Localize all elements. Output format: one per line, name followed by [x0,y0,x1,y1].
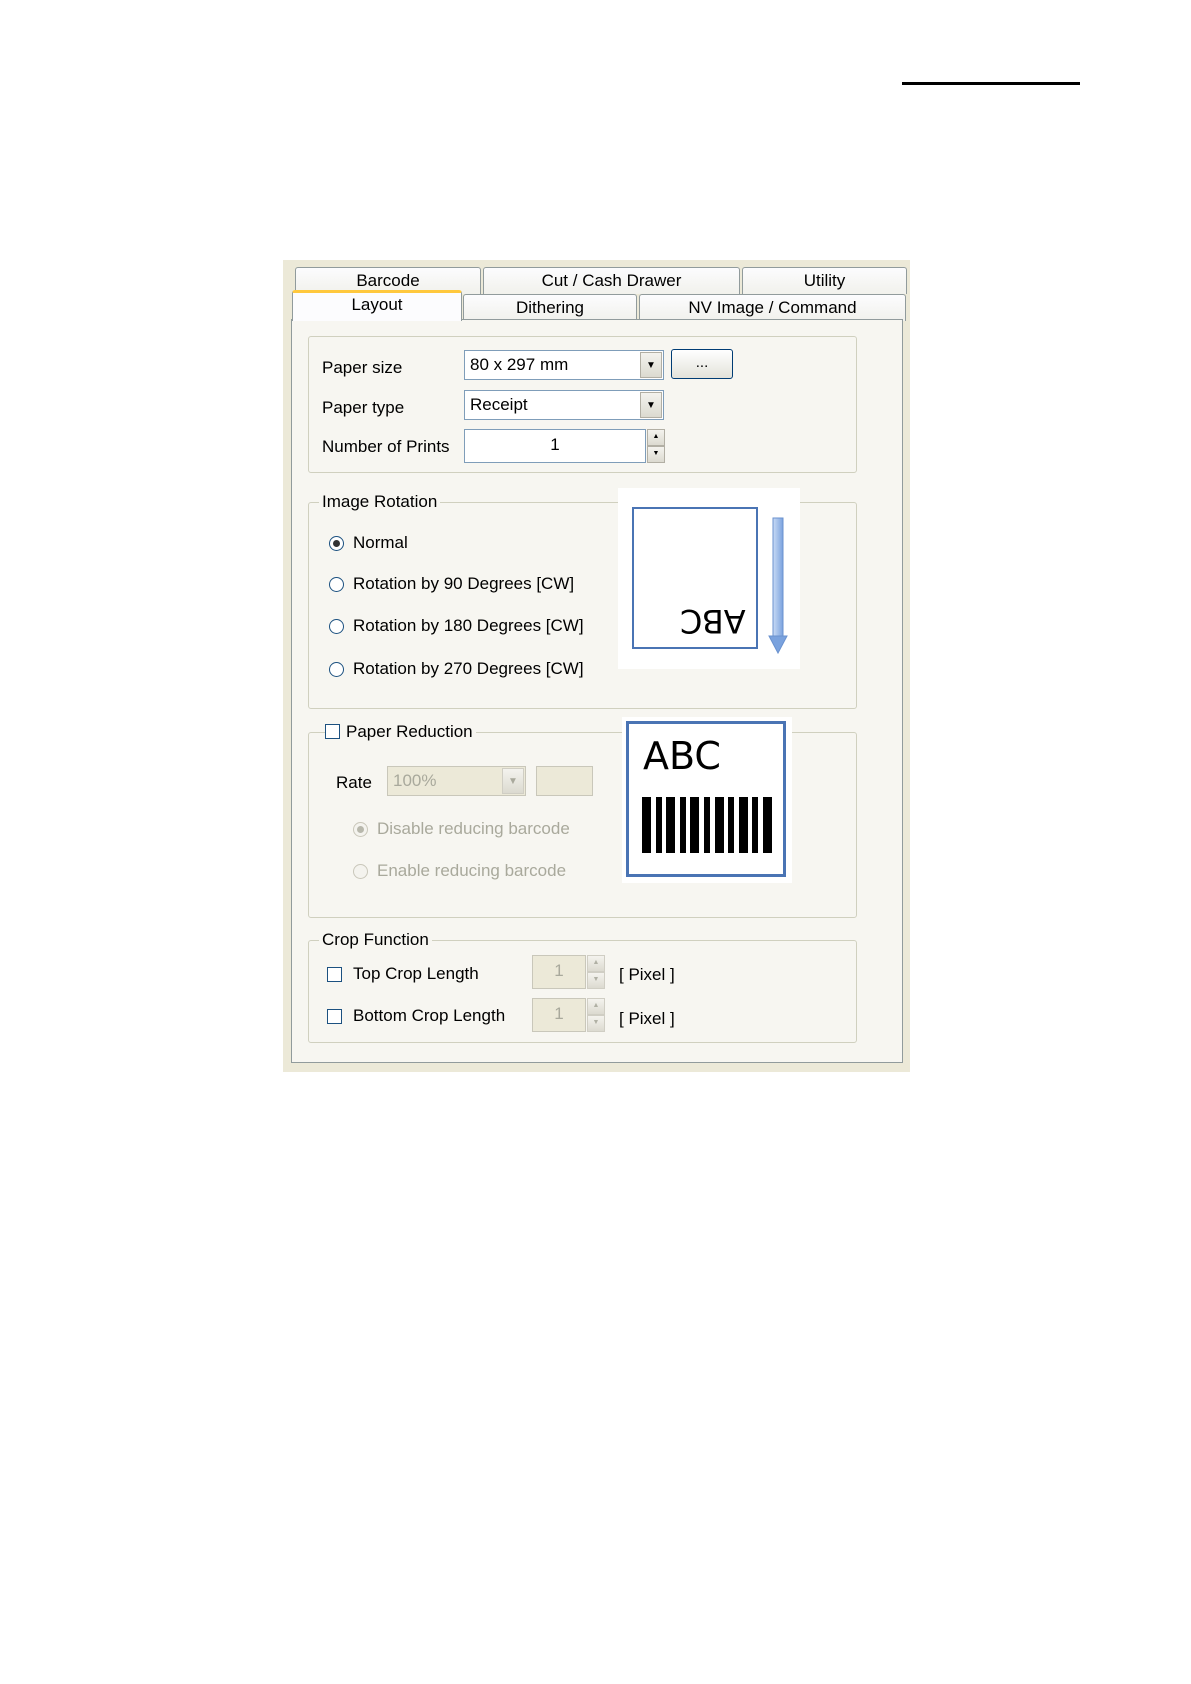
paper-size-label: Paper size [322,358,403,377]
reduction-preview-text: ABC [643,734,721,778]
barcode-icon [642,797,772,853]
disable-reducing-barcode-label: Disable reducing barcode [377,819,570,838]
top-crop-label: Top Crop Length [353,964,479,983]
layout-panel: Paper size 80 x 297 mm ▼ ... Paper type … [291,319,903,1063]
enable-reducing-barcode-label: Enable reducing barcode [377,861,567,880]
rotation-180-radio[interactable] [329,619,344,634]
header-rule [902,82,1080,85]
rate-select[interactable]: 100% ▼ [387,766,526,796]
rotation-preview: ABC [618,488,800,669]
bottom-crop-checkbox[interactable] [327,1009,342,1024]
paper-reduction-label: Paper Reduction [346,722,473,741]
number-of-prints-stepper[interactable]: ▲ ▼ [647,429,665,463]
rotation-90-radio[interactable] [329,577,344,592]
rotation-270-label: Rotation by 270 Degrees [CW] [353,659,584,678]
rotation-180-label: Rotation by 180 Degrees [CW] [353,616,584,635]
chevron-down-icon[interactable]: ▼ [640,392,662,418]
paper-type-label: Paper type [322,398,405,417]
top-crop-input[interactable]: 1 [532,955,586,989]
paper-reduction-title: Paper Reduction [325,721,476,743]
number-of-prints-input[interactable]: 1 [464,429,646,463]
spin-down-icon[interactable]: ▼ [647,446,665,463]
rate-label: Rate [336,773,372,792]
rate-value: 100% [393,771,437,790]
number-of-prints-label: Number of Prints [322,437,450,456]
rate-custom-input[interactable] [536,766,593,796]
rotation-normal-label: Normal [353,533,408,552]
chevron-down-icon[interactable]: ▼ [640,352,662,378]
crop-function-group: Crop Function Top Crop Length 1 ▲ ▼ [ Pi… [308,929,857,1043]
spin-up-icon[interactable]: ▲ [647,429,665,446]
top-crop-stepper[interactable]: ▲ ▼ [587,955,605,989]
reduction-preview: ABC [622,717,792,883]
spin-up-icon[interactable]: ▲ [587,998,605,1015]
chevron-down-icon[interactable]: ▼ [502,768,524,794]
paper-type-select[interactable]: Receipt ▼ [464,390,664,420]
printer-layout-dialog: Barcode Cut / Cash Drawer Utility Layout… [283,260,910,1072]
image-rotation-title: Image Rotation [319,491,441,513]
tab-cut-cash-drawer[interactable]: Cut / Cash Drawer [483,267,740,294]
enable-reducing-barcode-radio[interactable] [353,864,368,879]
paper-settings-group: Paper size 80 x 297 mm ▼ ... Paper type … [308,336,857,473]
rotation-270-radio[interactable] [329,662,344,677]
rotation-preview-text: ABC [680,602,746,640]
bottom-crop-stepper[interactable]: ▲ ▼ [587,998,605,1032]
rotation-90-label: Rotation by 90 Degrees [CW] [353,574,575,593]
tab-layout[interactable]: Layout [292,290,462,321]
paper-size-select[interactable]: 80 x 297 mm ▼ [464,350,664,380]
crop-function-title: Crop Function [319,929,432,951]
tab-dithering[interactable]: Dithering [463,294,637,321]
tab-nv-image-command[interactable]: NV Image / Command [639,294,906,321]
bottom-crop-input[interactable]: 1 [532,998,586,1032]
feed-direction-arrow-icon [768,517,788,655]
spin-up-icon[interactable]: ▲ [587,955,605,972]
tab-utility[interactable]: Utility [742,267,907,294]
paper-reduction-checkbox[interactable] [325,724,340,739]
top-crop-unit: [ Pixel ] [619,965,675,984]
top-crop-checkbox[interactable] [327,967,342,982]
paper-type-value: Receipt [470,395,528,414]
spin-down-icon[interactable]: ▼ [587,972,605,989]
spin-down-icon[interactable]: ▼ [587,1015,605,1032]
rotation-normal-radio[interactable] [329,536,344,551]
reduction-preview-card: ABC [626,721,786,877]
bottom-crop-label: Bottom Crop Length [353,1006,506,1025]
bottom-crop-unit: [ Pixel ] [619,1009,675,1028]
rotation-preview-page: ABC [632,507,758,649]
disable-reducing-barcode-radio[interactable] [353,822,368,837]
paper-size-browse-button[interactable]: ... [671,349,733,379]
paper-size-value: 80 x 297 mm [470,355,569,374]
